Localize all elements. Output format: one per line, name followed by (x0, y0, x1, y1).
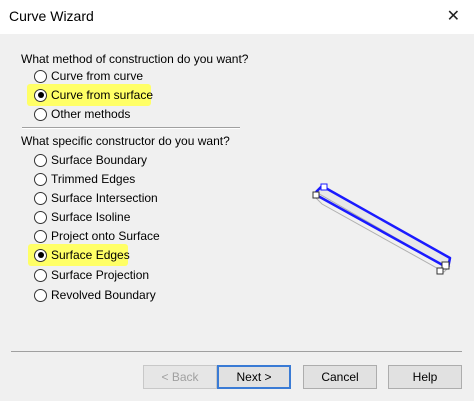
radio-surface-intersection[interactable]: Surface Intersection (34, 189, 158, 207)
option-label: Surface Projection (51, 268, 150, 282)
control-point-icon (320, 183, 328, 191)
radio-revolved-boundary[interactable]: Revolved Boundary (34, 286, 156, 304)
radio-button-icon[interactable] (34, 268, 47, 282)
radio-curve-from-curve[interactable]: Curve from curve (34, 67, 143, 85)
option-label: Curve from surface (51, 88, 154, 102)
radio-button-icon[interactable] (34, 229, 47, 243)
constructor-question: What specific constructor do you want? (21, 134, 230, 148)
option-label: Surface Isoline (51, 210, 131, 224)
next-button[interactable]: Next > (217, 365, 291, 389)
radio-trimmed-edges[interactable]: Trimmed Edges (34, 170, 135, 188)
option-label: Surface Boundary (51, 153, 148, 167)
surface-edges-illustration (312, 183, 452, 275)
radio-surface-boundary[interactable]: Surface Boundary (34, 151, 147, 169)
control-point-icon (436, 267, 444, 275)
window-title: Curve Wizard (9, 8, 94, 24)
section-divider (22, 127, 240, 129)
radio-project-onto-surface[interactable]: Project onto Surface (34, 227, 160, 245)
option-label: Surface Edges (51, 248, 130, 262)
radio-button-icon[interactable] (34, 210, 47, 224)
radio-other-methods[interactable]: Other methods (34, 105, 130, 123)
radio-button-checked-icon[interactable] (34, 248, 47, 262)
radio-button-icon[interactable] (34, 191, 47, 205)
help-button[interactable]: Help (388, 365, 462, 389)
title-bar: Curve Wizard ✕ (0, 0, 474, 34)
radio-surface-projection[interactable]: Surface Projection (34, 266, 149, 284)
back-button[interactable]: < Back (143, 365, 217, 389)
surface-shape (315, 185, 451, 269)
radio-button-icon[interactable] (34, 107, 47, 121)
option-label: Other methods (51, 107, 131, 121)
method-question: What method of construction do you want? (21, 52, 249, 66)
option-label: Trimmed Edges (51, 172, 136, 186)
control-point-icon (312, 191, 320, 199)
radio-surface-edges[interactable]: Surface Edges (34, 246, 130, 264)
radio-surface-isoline[interactable]: Surface Isoline (34, 208, 130, 226)
radio-button-checked-icon[interactable] (34, 88, 47, 102)
radio-button-icon[interactable] (34, 69, 47, 83)
radio-button-icon[interactable] (34, 288, 47, 302)
radio-button-icon[interactable] (34, 153, 47, 167)
footer-divider (11, 351, 462, 352)
surface-back-edge (315, 197, 451, 273)
option-label: Surface Intersection (51, 191, 158, 205)
cancel-button[interactable]: Cancel (303, 365, 377, 389)
option-label: Curve from curve (51, 69, 144, 83)
radio-curve-from-surface[interactable]: Curve from surface (34, 86, 153, 104)
option-label: Project onto Surface (51, 229, 160, 243)
close-icon[interactable]: ✕ (447, 6, 460, 26)
option-label: Revolved Boundary (51, 288, 156, 302)
radio-button-icon[interactable] (34, 172, 47, 186)
